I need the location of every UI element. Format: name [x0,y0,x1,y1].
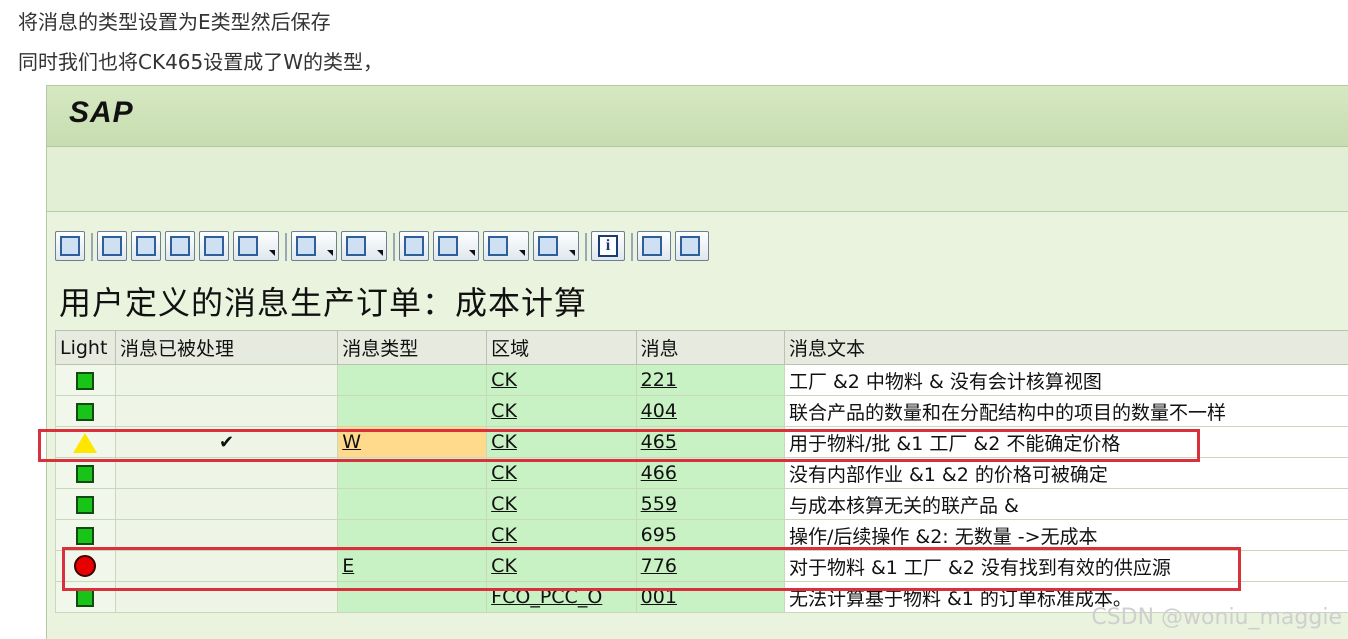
green-light-icon [76,527,94,545]
processed-cell [115,582,337,613]
message-grid: Light 消息已被处理 消息类型 区域 消息 消息文本 CK 221 工厂 &… [55,330,1348,613]
info-icon[interactable]: i [591,231,625,261]
csdn-watermark: CSDN @woniu_maggie [1091,605,1342,630]
type-cell[interactable] [338,582,487,613]
table-row[interactable]: CK 695 操作/后续操作 &2: 无数量 ->无成本 [56,520,1348,551]
status-light-cell [56,427,116,458]
type-cell[interactable]: E [338,551,487,582]
green-light-icon [76,465,94,483]
sort-descending-icon[interactable] [131,231,161,261]
message-text-cell: 对于物料 &1 工厂 &2 没有找到有效的供应源 [784,551,1348,582]
status-light-cell [56,489,116,520]
processed-cell [115,551,337,582]
table-row[interactable]: CK 221 工厂 &2 中物料 & 没有会计核算视图 [56,365,1348,396]
details-icon[interactable] [199,231,229,261]
message-text-cell: 没有内部作业 &1 &2 的价格可被确定 [784,458,1348,489]
green-light-icon [76,496,94,514]
report-title: 用户定义的消息生产订单：成本计算 [59,278,587,324]
type-cell[interactable]: W [338,427,487,458]
type-cell[interactable] [338,520,487,551]
table-row[interactable]: CK 404 联合产品的数量和在分配结构中的项目的数量不一样 [56,396,1348,427]
green-light-icon [76,372,94,390]
checkmark-icon: ✔ [219,432,234,453]
sum-icon[interactable] [291,231,337,261]
processed-cell: ✔ [115,427,337,458]
table-row[interactable]: CK 466 没有内部作业 &1 &2 的价格可被确定 [56,458,1348,489]
sap-command-bar [47,147,1348,212]
message-number-cell[interactable]: 776 [636,551,784,582]
status-light-cell [56,551,116,582]
print-icon[interactable] [399,231,429,261]
message-number-cell[interactable]: 695 [636,520,784,551]
sap-title-bar: SAP [47,86,1348,147]
column-header-type[interactable]: 消息类型 [338,331,487,365]
status-light-cell [56,582,116,613]
message-text-cell: 用于物料/批 &1 工厂 &2 不能确定价格 [784,427,1348,458]
table-row[interactable]: ✔ W CK 465 用于物料/批 &1 工厂 &2 不能确定价格 [56,427,1348,458]
sort-ascending-icon[interactable] [97,231,127,261]
status-light-cell [56,396,116,427]
article-line-1: 将消息的类型设置为E类型然后保存 [18,8,331,36]
message-text-cell: 操作/后续操作 &2: 无数量 ->无成本 [784,520,1348,551]
alv-toolbar: i [55,229,955,265]
table-row[interactable]: CK 559 与成本核算无关的联产品 & [56,489,1348,520]
message-number-cell[interactable]: 465 [636,427,784,458]
column-header-light[interactable]: Light [56,331,116,365]
area-cell[interactable]: CK [487,365,637,396]
local-file-icon[interactable] [483,231,529,261]
area-cell[interactable]: CK [487,489,637,520]
status-light-cell [56,365,116,396]
processed-cell [115,396,337,427]
search-binoculars-icon[interactable] [165,231,195,261]
type-cell[interactable] [338,489,487,520]
type-cell[interactable] [338,396,487,427]
grid-header-row: Light 消息已被处理 消息类型 区域 消息 消息文本 [56,331,1348,365]
green-light-icon [76,403,94,421]
type-cell[interactable] [338,458,487,489]
column-header-area[interactable]: 区域 [487,331,637,365]
column-header-processed[interactable]: 消息已被处理 [115,331,337,365]
message-number-cell[interactable]: 466 [636,458,784,489]
red-error-light-icon [74,555,96,577]
status-light-cell [56,458,116,489]
area-cell[interactable]: CK [487,551,637,582]
area-cell[interactable]: CK [487,427,637,458]
processed-cell [115,365,337,396]
area-cell[interactable]: CK [487,396,637,427]
area-cell[interactable]: FCO_PCC_O [487,582,637,613]
table-row[interactable]: E CK 776 对于物料 &1 工厂 &2 没有找到有效的供应源 [56,551,1348,582]
processed-cell [115,458,337,489]
status-light-cell [56,520,116,551]
message-number-cell[interactable]: 404 [636,396,784,427]
message-number-cell[interactable]: 001 [636,582,784,613]
layout-icon[interactable] [533,231,579,261]
message-text-cell: 工厂 &2 中物料 & 没有会计核算视图 [784,365,1348,396]
message-number-cell[interactable]: 559 [636,489,784,520]
article-line-2: 同时我们也将CK465设置成了W的类型， [18,48,383,76]
area-cell[interactable]: CK [487,458,637,489]
message-number-cell[interactable]: 221 [636,365,784,396]
message-text-cell: 与成本核算无关的联产品 & [784,489,1348,520]
processed-cell [115,520,337,551]
type-cell[interactable] [338,365,487,396]
sap-logo: SAP [69,96,134,130]
area-cell[interactable]: CK [487,520,637,551]
find-icon[interactable] [55,231,85,261]
yellow-warning-light-icon [73,433,97,453]
window-icon[interactable] [637,231,671,261]
window-split-icon[interactable] [675,231,709,261]
sap-window: SAP i 用户定义的消息生产订单：成本计算 Light 消息已被处理 消息类型 [46,85,1348,639]
processed-cell [115,489,337,520]
column-header-message[interactable]: 消息 [636,331,784,365]
column-header-message-text[interactable]: 消息文本 [784,331,1348,365]
message-text-cell: 联合产品的数量和在分配结构中的项目的数量不一样 [784,396,1348,427]
filter-icon[interactable] [233,231,279,261]
green-light-icon [76,589,94,607]
subtotal-icon[interactable] [341,231,387,261]
export-icon[interactable] [433,231,479,261]
